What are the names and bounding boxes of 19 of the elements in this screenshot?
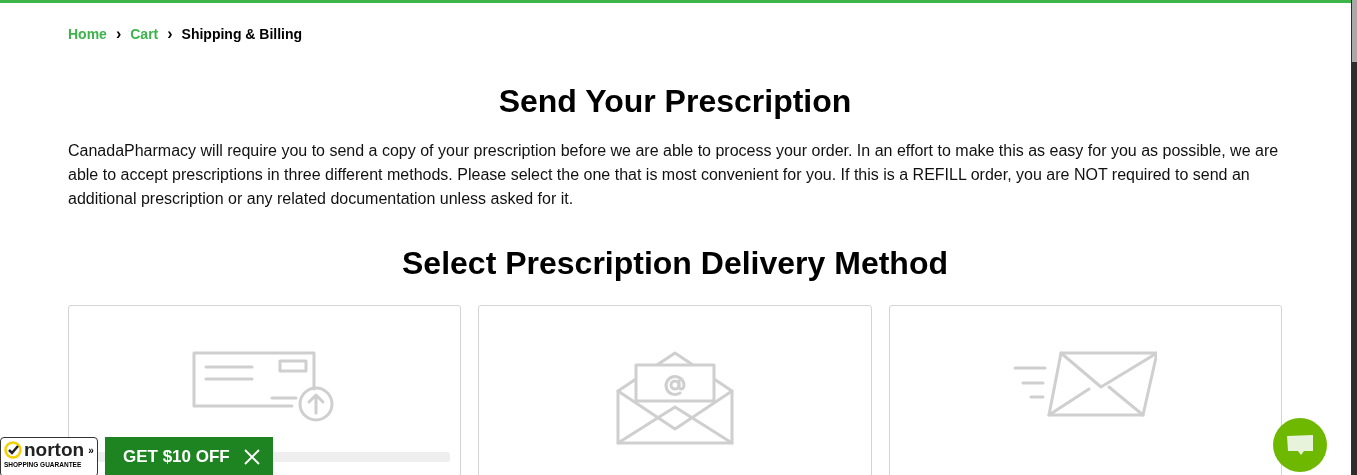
coupon-banner[interactable]: GET $10 OFF — [105, 437, 273, 475]
breadcrumb-link[interactable]: Cart — [130, 26, 159, 42]
checkmark-icon — [4, 441, 22, 459]
breadcrumb-link[interactable]: Home — [68, 26, 107, 42]
section-heading: Select Prescription Delivery Method — [401, 247, 949, 279]
coupon-label: GET $10 OFF — [123, 447, 230, 467]
speech-bubble-icon — [1285, 433, 1315, 457]
breadcrumb-separator: › — [167, 25, 173, 43]
intro-paragraph: CanadaPharmacy will require you to send a copy of your prescription before we are able to process your order. In an effort to make this as easy for you as possible, we are able to accept prescriptions in three different methods. Please select the one that is most convenient for you. If this is a REFILL order, you are NOT required to send an additional prescription or any related documentation unless asked for it. — [68, 141, 1280, 209]
current-page-label: Shipping & Billing — [181, 26, 303, 42]
scrollbar[interactable] — [1351, 0, 1357, 475]
chevron-text: » — [88, 444, 94, 456]
close-icon[interactable] — [243, 449, 260, 465]
norton-brand: norton — [24, 441, 85, 459]
email-envelope-icon — [616, 351, 734, 447]
page-title: Send Your Prescription — [497, 85, 853, 117]
breadcrumb-separator: › — [115, 25, 122, 43]
sent-envelope-icon — [1013, 351, 1158, 417]
chat-button[interactable] — [1273, 418, 1327, 472]
